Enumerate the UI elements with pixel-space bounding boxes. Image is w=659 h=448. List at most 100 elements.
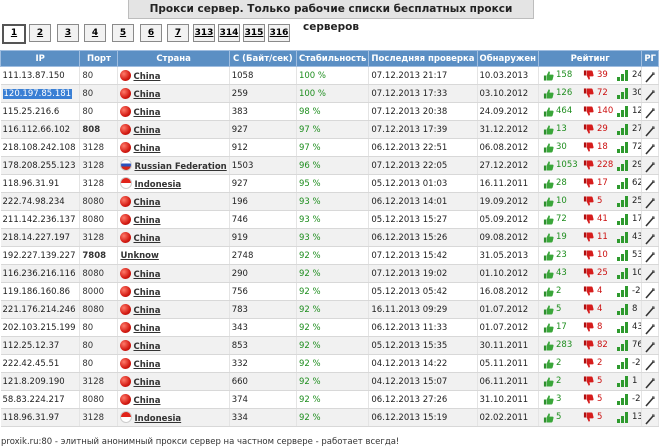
country-link[interactable]: China <box>133 144 160 154</box>
probe-icon[interactable] <box>644 216 655 227</box>
probe-cell[interactable] <box>641 318 659 337</box>
thumb-up-icon[interactable] <box>543 196 554 207</box>
probe-cell[interactable] <box>641 66 659 85</box>
country-link[interactable]: Indonesia <box>134 414 181 424</box>
country-link[interactable]: China <box>133 270 160 280</box>
probe-cell[interactable] <box>641 102 659 121</box>
thumb-up-icon[interactable] <box>543 124 554 135</box>
country-cell[interactable]: China <box>117 282 230 301</box>
thumb-up-icon[interactable] <box>543 268 554 279</box>
thumb-down-icon[interactable] <box>583 358 594 369</box>
table-row[interactable]: 121.8.209.190 3128 China 660 92 % 04.12.2013 … <box>0 372 659 391</box>
table-row[interactable]: 202.103.215.199 80 China 343 92 % 06.12.2013 … <box>0 318 659 337</box>
country-cell[interactable]: China <box>117 84 230 103</box>
probe-icon[interactable] <box>644 252 655 263</box>
thumb-down-icon[interactable] <box>583 88 594 99</box>
country-link[interactable]: China <box>133 198 160 208</box>
probe-icon[interactable] <box>644 234 655 245</box>
country-cell[interactable]: China <box>117 192 230 211</box>
probe-cell[interactable] <box>641 372 659 391</box>
thumb-up-icon[interactable] <box>543 178 554 189</box>
country-cell[interactable]: China <box>117 372 230 391</box>
thumb-down-icon[interactable] <box>583 250 594 261</box>
country-link[interactable]: Indonesia <box>134 180 181 190</box>
country-cell[interactable]: China <box>117 210 230 229</box>
thumb-up-icon[interactable] <box>543 340 554 351</box>
probe-icon[interactable] <box>644 144 655 155</box>
column-header-found[interactable]: Обнаружен <box>476 50 540 67</box>
thumb-down-icon[interactable] <box>583 304 594 315</box>
country-cell[interactable]: Indonesia <box>117 408 230 427</box>
probe-cell[interactable] <box>641 192 659 211</box>
country-cell[interactable]: Unknow <box>117 246 230 265</box>
probe-icon[interactable] <box>644 396 655 407</box>
thumb-up-icon[interactable] <box>543 394 554 405</box>
page-link-4[interactable]: 4 <box>84 24 106 42</box>
page-link-315[interactable]: 315 <box>243 24 265 42</box>
probe-cell[interactable] <box>641 210 659 229</box>
thumb-down-icon[interactable] <box>583 340 594 351</box>
probe-cell[interactable] <box>641 138 659 157</box>
table-row[interactable]: 111.13.87.150 80 China 1058 100 % 07.12.2013 … <box>0 66 659 85</box>
probe-icon[interactable] <box>644 72 655 83</box>
column-header-port[interactable]: Порт <box>79 50 119 67</box>
page-link-6[interactable]: 6 <box>140 24 162 42</box>
thumb-up-icon[interactable] <box>543 376 554 387</box>
country-link[interactable]: Russian Federation <box>134 162 226 172</box>
probe-icon[interactable] <box>644 306 655 317</box>
column-header-last-check[interactable]: Последняя проверка <box>368 50 478 67</box>
country-link[interactable]: China <box>133 342 160 352</box>
thumb-down-icon[interactable] <box>583 214 594 225</box>
probe-cell[interactable] <box>641 84 659 103</box>
probe-cell[interactable] <box>641 156 659 175</box>
table-row[interactable]: 118.96.31.91 3128 Indonesia 927 95 % 05.12.20… <box>0 174 659 193</box>
table-row[interactable]: 58.83.224.217 8080 China 374 92 % 06.12.2013 … <box>0 390 659 409</box>
country-link[interactable]: China <box>133 306 160 316</box>
column-header-ip[interactable]: IP <box>0 50 81 67</box>
thumb-up-icon[interactable] <box>543 304 554 315</box>
table-row[interactable]: 112.25.12.37 80 China 853 92 % 05.12.2013 15:… <box>0 336 659 355</box>
probe-cell[interactable] <box>641 246 659 265</box>
country-cell[interactable]: China <box>117 66 230 85</box>
thumb-up-icon[interactable] <box>543 142 554 153</box>
probe-icon[interactable] <box>644 378 655 389</box>
probe-cell[interactable] <box>641 282 659 301</box>
thumb-down-icon[interactable] <box>583 196 594 207</box>
country-link[interactable]: China <box>133 396 160 406</box>
thumb-up-icon[interactable] <box>543 322 554 333</box>
table-row[interactable]: 116.236.216.116 8080 China 290 92 % 07.12.201… <box>0 264 659 283</box>
thumb-down-icon[interactable] <box>583 376 594 387</box>
probe-cell[interactable] <box>641 228 659 247</box>
thumb-up-icon[interactable] <box>543 250 554 261</box>
country-link[interactable]: China <box>133 72 160 82</box>
country-cell[interactable]: China <box>117 318 230 337</box>
country-cell[interactable]: Indonesia <box>117 174 230 193</box>
thumb-down-icon[interactable] <box>583 322 594 333</box>
thumb-up-icon[interactable] <box>543 88 554 99</box>
probe-icon[interactable] <box>644 324 655 335</box>
thumb-down-icon[interactable] <box>583 232 594 243</box>
probe-icon[interactable] <box>644 414 655 425</box>
thumb-down-icon[interactable] <box>583 268 594 279</box>
column-header-rating[interactable]: Рейтинг <box>538 50 643 67</box>
probe-cell[interactable] <box>641 390 659 409</box>
page-link-313[interactable]: 313 <box>193 24 215 42</box>
table-row[interactable]: 178.208.255.123 3128 Russian Federation 150… <box>0 156 659 175</box>
probe-icon[interactable] <box>644 162 655 173</box>
probe-icon[interactable] <box>644 90 655 101</box>
thumb-down-icon[interactable] <box>583 142 594 153</box>
table-row[interactable]: 120.197.85.181 80 China 259 100 % 07.12.2013 … <box>0 84 659 103</box>
table-row[interactable]: 218.14.227.197 3128 China 919 93 % 06.12.2013… <box>0 228 659 247</box>
probe-icon[interactable] <box>644 180 655 191</box>
table-row[interactable]: 115.25.216.6 80 China 383 98 % 07.12.2013 20:… <box>0 102 659 121</box>
table-row[interactable]: 221.176.214.246 8080 China 783 92 % 16.11.201… <box>0 300 659 319</box>
probe-icon[interactable] <box>644 198 655 209</box>
probe-cell[interactable] <box>641 354 659 373</box>
country-link[interactable]: China <box>133 360 160 370</box>
thumb-up-icon[interactable] <box>543 358 554 369</box>
thumb-up-icon[interactable] <box>543 232 554 243</box>
thumb-up-icon[interactable] <box>543 70 554 81</box>
probe-icon[interactable] <box>644 342 655 353</box>
country-cell[interactable]: China <box>117 102 230 121</box>
page-link-2[interactable]: 2 <box>29 24 51 42</box>
